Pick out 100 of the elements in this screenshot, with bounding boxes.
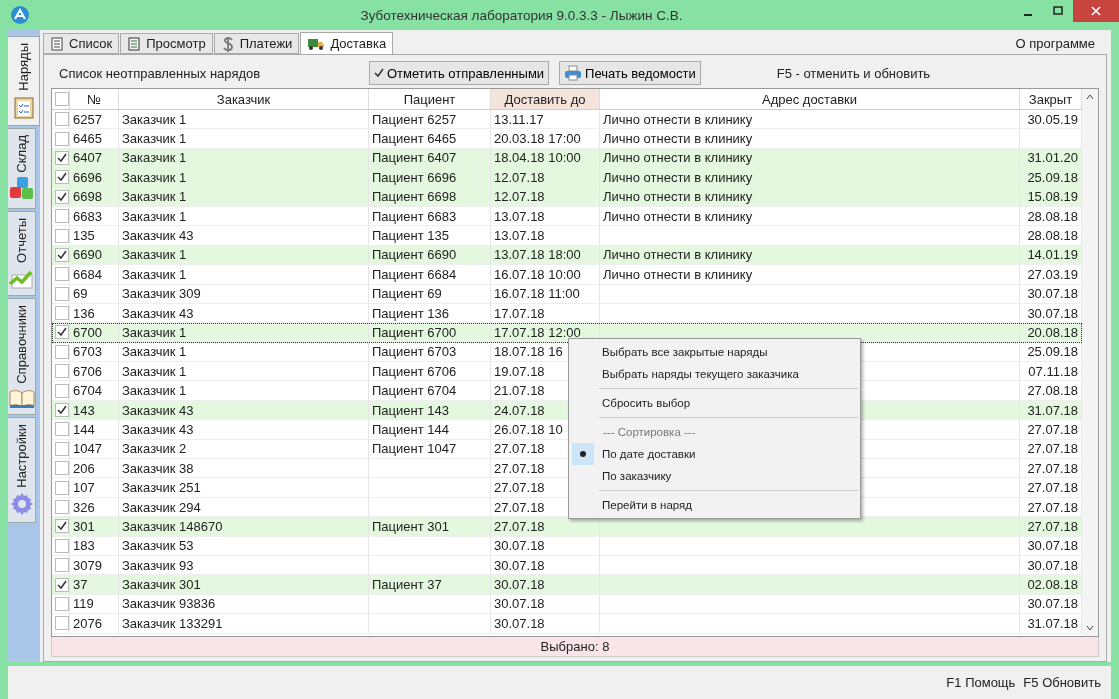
row-checkbox[interactable]	[55, 306, 69, 321]
table-row[interactable]: 6696 Заказчик 1 Пациент 6696 12.07.18 Лично отнести в клинику 25.09.18	[52, 168, 1082, 188]
row-checkbox[interactable]	[55, 383, 69, 398]
table-cell: 30.07.18	[494, 615, 545, 631]
row-checkbox[interactable]	[55, 150, 69, 165]
table-row[interactable]: 6690 Заказчик 1 Пациент 6690 13.07.18 18:00 Лично отнести в клинику 14.01.19	[52, 245, 1082, 266]
table-row[interactable]: 6684 Заказчик 1 Пациент 6684 16.07.18 10:00 Лично отнести в клинику 27.03.19	[52, 265, 1082, 285]
table-cell: 27.07.18	[494, 441, 545, 457]
row-checkbox[interactable]	[55, 461, 69, 476]
row-checkbox[interactable]	[55, 247, 69, 262]
row-checkbox[interactable]	[55, 325, 69, 340]
table-cell: 16.07.18 10:00	[494, 266, 581, 282]
table-cell: 17.07.18 12:00	[494, 325, 581, 340]
side-tab[interactable]: Отчеты	[8, 211, 36, 297]
row-checkbox[interactable]	[55, 228, 69, 243]
column-header[interactable]: Доставить до	[491, 89, 600, 109]
table-row[interactable]: 6700 Заказчик 1 Пациент 6700 17.07.18 12:00 20.08.18	[52, 323, 1082, 343]
table-cell: 12.07.18	[494, 169, 545, 185]
table-cell: 6706	[73, 363, 102, 379]
row-checkbox[interactable]	[55, 441, 69, 456]
scrollbar[interactable]	[1082, 89, 1098, 636]
row-checkbox[interactable]	[55, 538, 69, 553]
table-row[interactable]: 69 Заказчик 309 Пациент 69 16.07.18 11:00 30.07.18	[52, 284, 1082, 304]
row-checkbox[interactable]	[55, 170, 69, 185]
table-cell: Заказчик 38	[122, 460, 194, 476]
table-row[interactable]: 183 Заказчик 53 30.07.18 30.07.18	[52, 536, 1082, 556]
print-button[interactable]: Печать ведомости	[559, 61, 701, 85]
side-tab[interactable]: Наряды	[8, 36, 40, 126]
table-cell: Пациент 6703	[372, 344, 457, 360]
table-row[interactable]: 6683 Заказчик 1 Пациент 6683 13.07.18 Лично отнести в клинику 28.08.18	[52, 206, 1082, 227]
table-row[interactable]: 119 Заказчик 93836 30.07.18 30.07.18	[52, 594, 1082, 615]
table-cell: 19.07.18	[494, 363, 545, 379]
table-cell: Лично отнести в клинику	[603, 208, 753, 224]
row-checkbox[interactable]	[55, 480, 69, 495]
table-row[interactable]: 6698 Заказчик 1 Пациент 6698 12.07.18 Лично отнести в клинику 15.08.19	[52, 187, 1082, 207]
row-checkbox[interactable]	[55, 500, 69, 514]
table-row[interactable]: 6407 Заказчик 1 Пациент 6407 18.04.18 10:00 Лично отнести в клинику 31.01.20	[52, 148, 1082, 169]
table-row[interactable]: 301 Заказчик 148670 Пациент 301 27.07.18 27.07.18	[52, 517, 1082, 537]
table-cell: 25.09.18	[1027, 344, 1078, 360]
side-tab[interactable]: Справочники	[8, 298, 36, 415]
row-checkbox[interactable]	[55, 364, 69, 379]
side-tab[interactable]: Настройки	[8, 417, 36, 523]
table-row[interactable]: 135 Заказчик 43 Пациент 135 13.07.18 28.08.18	[52, 226, 1082, 246]
table-cell: Пациент 143	[372, 402, 449, 418]
table-cell: 2076	[73, 615, 102, 631]
table-cell: Заказчик 43	[122, 228, 194, 244]
close-button[interactable]	[1073, 0, 1119, 22]
about-link[interactable]: О программе	[1015, 36, 1107, 51]
table-cell: 301	[73, 518, 95, 534]
row-checkbox[interactable]	[55, 209, 69, 224]
maximize-icon	[1053, 6, 1063, 16]
row-checkbox[interactable]	[55, 286, 69, 301]
document-icon	[50, 36, 64, 51]
row-checkbox[interactable]	[55, 596, 69, 611]
tab[interactable]: Платежи	[213, 33, 300, 54]
check-icon	[374, 68, 384, 78]
table-cell: Пациент 69	[372, 286, 442, 302]
menu-item[interactable]: Выбрать все закрытые наряды	[569, 341, 860, 363]
table-cell: 6704	[73, 383, 102, 399]
table-row[interactable]: 3079 Заказчик 93 30.07.18 30.07.18	[52, 556, 1082, 576]
check-icon	[57, 405, 67, 416]
table-cell: 13.07.18 18:00	[494, 247, 581, 263]
row-checkbox[interactable]	[55, 189, 69, 204]
table-cell: 20.03.18 17:00	[494, 131, 581, 147]
table-cell: Пациент 6706	[372, 363, 457, 379]
row-checkbox[interactable]	[55, 131, 69, 146]
status-text: F1 Помощь	[946, 675, 1016, 690]
tab[interactable]: Просмотр	[120, 33, 213, 54]
window-title: Зуботехническая лаборатория 9.0.3.3 - Лыжин С.В.	[359, 7, 684, 23]
row-checkbox[interactable]	[55, 422, 69, 437]
table-row[interactable]: 136 Заказчик 43 Пациент 136 17.07.18 30.07.18	[52, 303, 1082, 324]
row-checkbox[interactable]	[55, 519, 69, 534]
table-cell: 24.07.18	[494, 402, 545, 418]
table-cell: Заказчик 309	[122, 286, 201, 302]
hint-text: F5 - отменить и обновить	[776, 65, 931, 81]
table-row[interactable]: 6465 Заказчик 1 Пациент 6465 20.03.18 17:00 Лично отнести в клинику	[52, 129, 1082, 149]
row-checkbox[interactable]	[55, 403, 69, 418]
table-cell: 6690	[73, 247, 102, 263]
table-row[interactable]: 37 Заказчик 301 Пациент 37 30.07.18 02.08.18	[52, 575, 1082, 595]
table-cell: 183	[73, 538, 95, 554]
side-tab[interactable]: Склад	[8, 127, 36, 210]
row-checkbox[interactable]	[55, 558, 69, 573]
row-checkbox[interactable]	[55, 616, 69, 631]
row-checkbox[interactable]	[55, 577, 69, 592]
row-checkbox[interactable]	[55, 344, 69, 359]
tab[interactable]: Доставка	[300, 32, 394, 54]
table-row[interactable]: 6257 Заказчик 1 Пациент 6257 13.11.17 Лично отнести в клинику 30.05.19	[52, 110, 1082, 130]
table-cell: 18.07.18 16	[494, 344, 563, 360]
table-cell: 69	[73, 286, 88, 302]
tab[interactable]: Список	[43, 33, 120, 54]
table-cell: 28.08.18	[1027, 208, 1078, 224]
table-cell: 1047	[73, 441, 102, 457]
mark-sent-button[interactable]: Отметить отправленными	[369, 61, 550, 85]
table-cell: Лично отнести в клинику	[603, 266, 753, 282]
select-all-checkbox[interactable]	[55, 92, 69, 106]
table-cell: 6465	[73, 131, 102, 147]
table-cell: 27.07.18	[1027, 460, 1078, 476]
table-row[interactable]: 2076 Заказчик 133291 30.07.18 31.07.18	[52, 614, 1082, 634]
row-checkbox[interactable]	[55, 112, 69, 127]
row-checkbox[interactable]	[55, 267, 69, 282]
